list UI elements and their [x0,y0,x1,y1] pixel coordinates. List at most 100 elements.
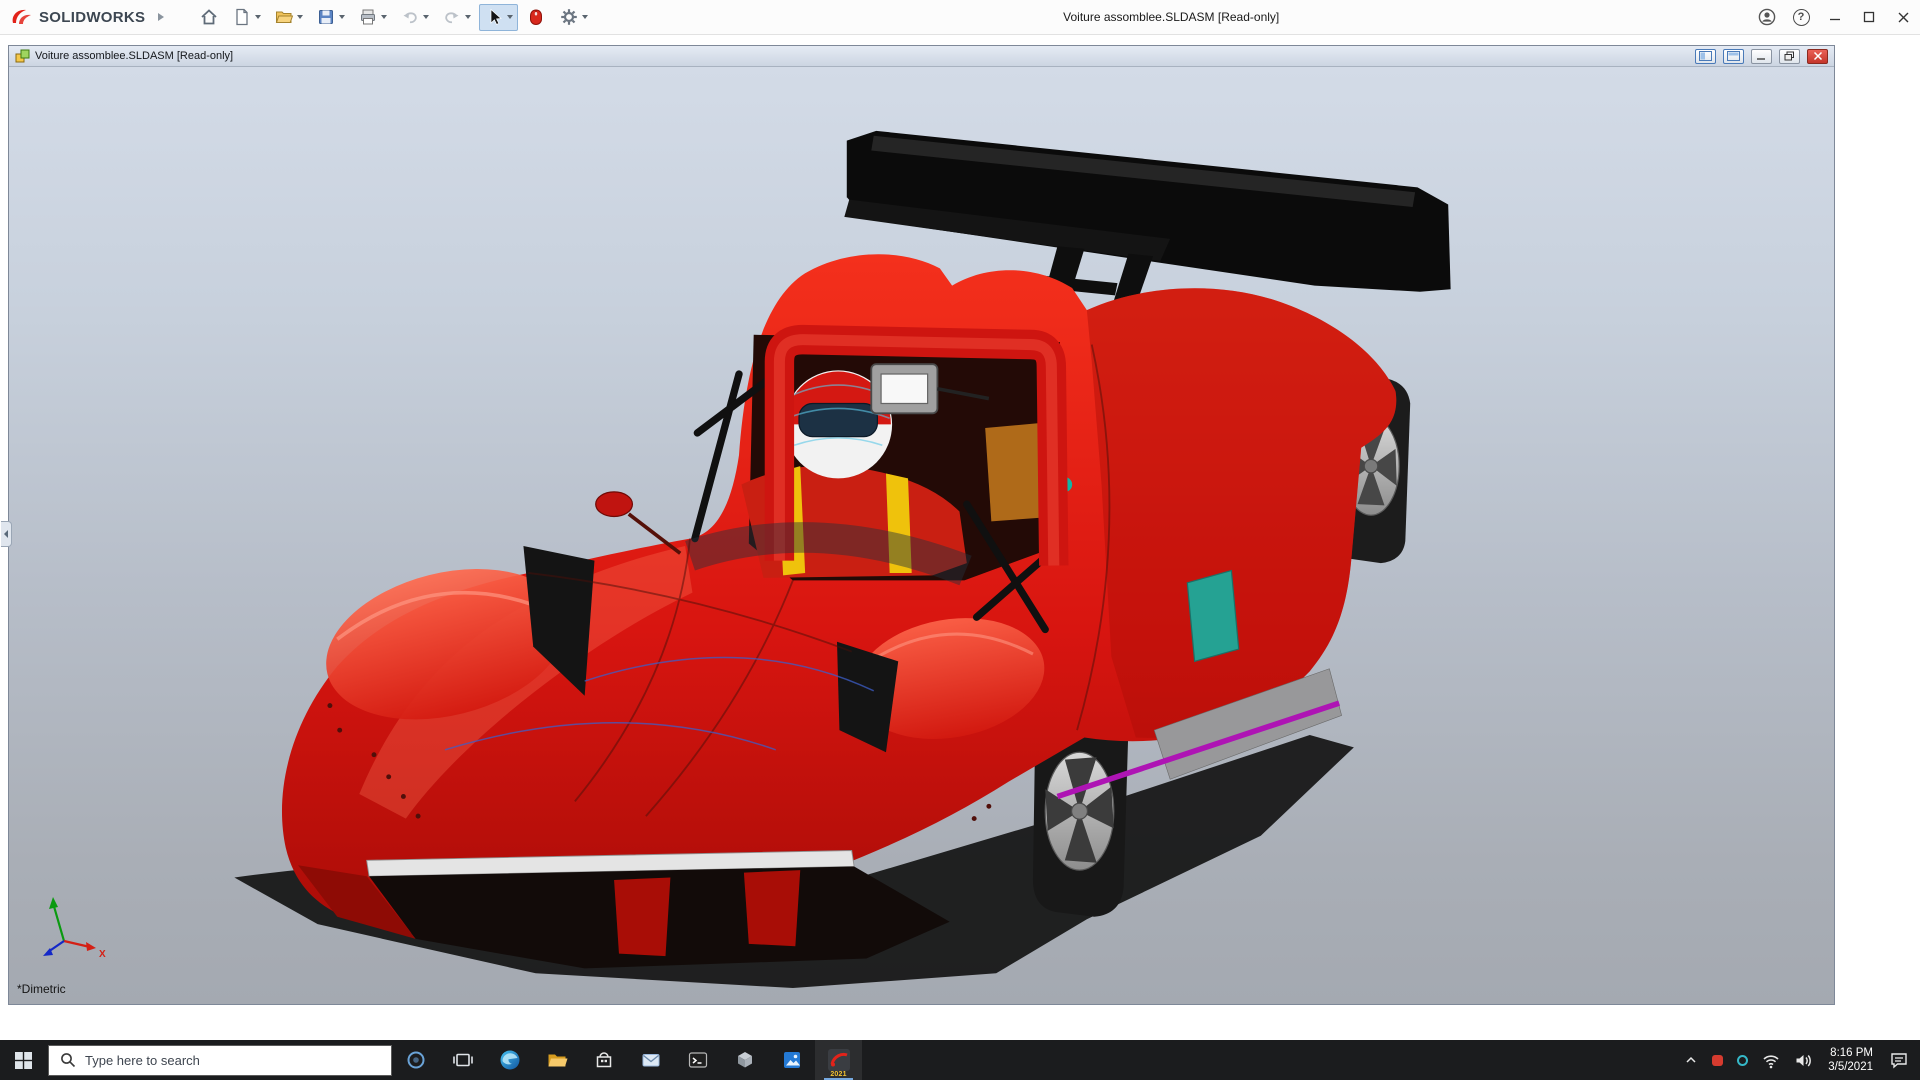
clock-date: 3/5/2021 [1828,1060,1873,1074]
edge-browser-button[interactable] [486,1040,533,1080]
help-icon: ? [1793,9,1810,26]
open-button[interactable] [269,4,308,31]
home-button[interactable] [194,4,224,31]
featuremanager-collapsed-tab[interactable] [1,521,12,547]
solidworks-logo: SOLIDWORKS [0,8,170,26]
doc-pane-split-vertical-button[interactable] [1695,49,1716,64]
mouse-gestures-button[interactable] [521,4,551,31]
file-explorer-button[interactable] [533,1040,580,1080]
task-view-icon [453,1050,473,1070]
doc-pane-split-horizontal-button[interactable] [1723,49,1744,64]
document-window-controls [1695,49,1828,64]
document-title: Voiture assomblee.SLDASM [Read-only] [35,50,233,62]
doc-minimize-button[interactable] [1751,49,1772,64]
minimize-icon [1829,11,1841,23]
cortana-button[interactable] [392,1040,439,1080]
minimize-button[interactable] [1818,0,1852,35]
dropdown-caret-icon [582,15,588,19]
dropdown-caret-icon [507,15,513,19]
taskbar-search[interactable] [48,1045,392,1076]
open-folder-icon [274,7,294,27]
help-button[interactable]: ? [1784,0,1818,35]
graphics-viewport[interactable]: X *Dimetric [9,67,1834,1004]
clock-time: 8:16 PM [1828,1046,1873,1060]
app-titlebar: SOLIDWORKS [0,0,1920,35]
photos-button[interactable] [768,1040,815,1080]
tray-expand-button[interactable] [1677,1040,1705,1080]
mdi-workspace: Voiture assomblee.SLDASM [Read-only] [0,35,1920,1040]
edge-icon [499,1049,521,1071]
security-status-button[interactable] [1705,1040,1730,1080]
doc-close-button[interactable] [1807,49,1828,64]
store-button[interactable] [580,1040,627,1080]
dropdown-caret-icon [255,15,261,19]
mail-envelope-icon [640,1049,662,1071]
select-tool-button[interactable] [479,4,518,31]
collapse-arrow-icon [4,530,8,538]
save-button[interactable] [311,4,350,31]
print-icon [358,7,378,27]
maximize-button[interactable] [1852,0,1886,35]
action-center-button[interactable] [1882,1040,1916,1080]
triad-x-label: X [99,949,106,960]
mail-button[interactable] [627,1040,674,1080]
search-input[interactable] [85,1053,355,1068]
tray-app-button[interactable] [1730,1040,1755,1080]
dropdown-caret-icon [297,15,303,19]
action-center-icon [1889,1051,1909,1069]
3d-viewer-button[interactable] [721,1040,768,1080]
dropdown-caret-icon [423,15,429,19]
maximize-icon [1863,11,1875,23]
new-document-button[interactable] [227,4,266,31]
select-cursor-icon [484,7,504,27]
undo-button[interactable] [395,4,434,31]
print-button[interactable] [353,4,392,31]
app-title: Voiture assomblee.SLDASM [Read-only] [1063,10,1279,24]
split-horizontal-icon [1727,51,1740,61]
mouse-icon [526,7,546,27]
close-icon [1813,51,1823,61]
document-window: Voiture assomblee.SLDASM [Read-only] [8,45,1835,1005]
cube-icon [734,1049,756,1071]
solidworks-app-icon [827,1048,851,1072]
chevron-up-icon [1684,1054,1698,1066]
dropdown-caret-icon [465,15,471,19]
dassault-logo-icon [10,8,34,26]
doc-restore-button[interactable] [1779,49,1800,64]
toolbar-expand-icon[interactable] [158,13,164,21]
split-vertical-icon [1699,51,1712,61]
orientation-triad[interactable]: X [30,883,110,963]
brand-wordmark: SOLIDWORKS [39,9,145,26]
new-document-icon [232,7,252,27]
dropdown-caret-icon [339,15,345,19]
security-alert-icon [1712,1055,1723,1066]
window-controls: ? [1750,0,1920,35]
close-button[interactable] [1886,0,1920,35]
document-titlebar[interactable]: Voiture assomblee.SLDASM [Read-only] [9,46,1834,67]
taskbar-clock[interactable]: 8:16 PM 3/5/2021 [1819,1046,1882,1074]
solidworks-taskbar-button[interactable]: 2021 [815,1040,862,1080]
gear-icon [559,7,579,27]
dropdown-caret-icon [381,15,387,19]
system-tray: 8:16 PM 3/5/2021 [1677,1040,1920,1080]
search-icon [60,1052,76,1068]
options-button[interactable] [554,4,593,31]
assembly-document-icon [15,49,30,64]
task-view-button[interactable] [439,1040,486,1080]
quick-access-toolbar [194,4,593,31]
windows-taskbar: 2021 [0,1040,1920,1080]
terminal-button[interactable] [674,1040,721,1080]
redo-icon [442,7,462,27]
volume-button[interactable] [1787,1040,1819,1080]
account-button[interactable] [1750,0,1784,35]
wifi-icon [1762,1052,1780,1069]
car-3d-model[interactable] [9,67,1834,1004]
minimize-icon [1756,52,1767,61]
start-button[interactable] [0,1040,47,1080]
store-bag-icon [593,1049,615,1071]
view-orientation-label: *Dimetric [17,982,66,996]
network-button[interactable] [1755,1040,1787,1080]
windows-logo-icon [15,1052,32,1069]
redo-button[interactable] [437,4,476,31]
solidworks-year-badge: 2021 [830,1071,846,1078]
